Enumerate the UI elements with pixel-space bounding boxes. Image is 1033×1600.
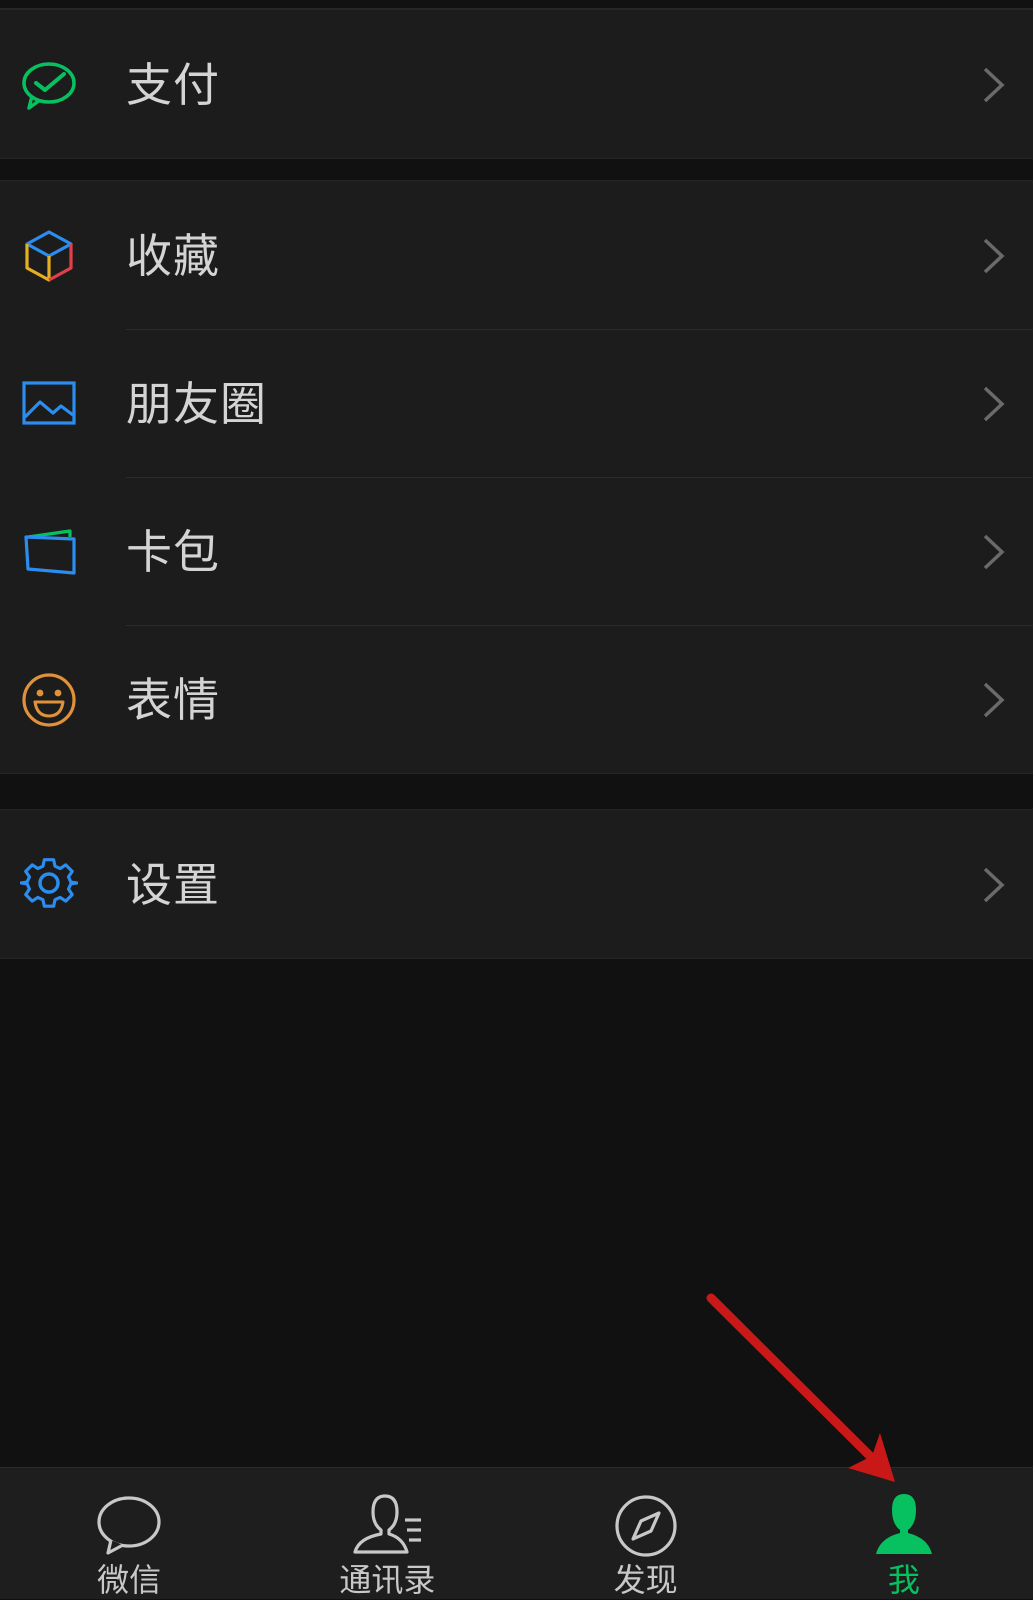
wechat-pay-icon bbox=[20, 56, 78, 114]
tab-discover[interactable]: 发现 bbox=[517, 1468, 775, 1599]
menu-item-pay[interactable]: 支付 bbox=[0, 10, 1033, 158]
tab-chats-label: 微信 bbox=[97, 1561, 162, 1599]
menu-item-settings-label: 设置 bbox=[126, 858, 220, 912]
person-icon bbox=[868, 1490, 940, 1562]
chevron-right-icon bbox=[981, 866, 1007, 904]
chevron-right-icon bbox=[981, 533, 1007, 571]
menu-item-cards[interactable]: 卡包 bbox=[0, 477, 1033, 625]
tab-contacts[interactable]: 通讯录 bbox=[258, 1468, 516, 1599]
top-strip bbox=[0, 0, 1033, 9]
menu-item-moments-label: 朋友圈 bbox=[126, 377, 267, 431]
menu-group-main: 收藏 朋友圈 卡包 表情 bbox=[0, 180, 1033, 774]
tab-me-label: 我 bbox=[887, 1561, 920, 1599]
contacts-icon bbox=[351, 1490, 423, 1562]
menu-group-settings: 设置 bbox=[0, 809, 1033, 959]
picture-icon bbox=[20, 375, 78, 433]
menu-item-pay-label: 支付 bbox=[126, 58, 220, 112]
menu-item-favorites[interactable]: 收藏 bbox=[0, 181, 1033, 329]
menu-item-stickers-label: 表情 bbox=[126, 673, 220, 727]
menu-item-stickers[interactable]: 表情 bbox=[0, 625, 1033, 773]
cube-icon bbox=[20, 227, 78, 285]
menu-item-cards-label: 卡包 bbox=[126, 525, 220, 579]
chat-bubble-icon bbox=[93, 1490, 165, 1562]
chevron-right-icon bbox=[981, 237, 1007, 275]
menu-item-favorites-label: 收藏 bbox=[126, 229, 220, 283]
tab-chats[interactable]: 微信 bbox=[0, 1468, 258, 1599]
chevron-right-icon bbox=[981, 385, 1007, 423]
tab-discover-label: 发现 bbox=[613, 1561, 678, 1599]
chevron-right-icon bbox=[981, 681, 1007, 719]
menu-item-moments[interactable]: 朋友圈 bbox=[0, 329, 1033, 477]
menu-group-pay: 支付 bbox=[0, 9, 1033, 159]
bottom-tab-bar: 微信 通讯录 发现 我 bbox=[0, 1467, 1033, 1599]
tab-me[interactable]: 我 bbox=[775, 1468, 1033, 1599]
menu-item-settings[interactable]: 设置 bbox=[0, 810, 1033, 958]
gear-icon bbox=[20, 856, 78, 914]
chevron-right-icon bbox=[981, 66, 1007, 104]
smiley-icon bbox=[20, 671, 78, 729]
card-wallet-icon bbox=[20, 523, 78, 581]
compass-icon bbox=[610, 1490, 682, 1562]
tab-contacts-label: 通讯录 bbox=[339, 1561, 436, 1599]
